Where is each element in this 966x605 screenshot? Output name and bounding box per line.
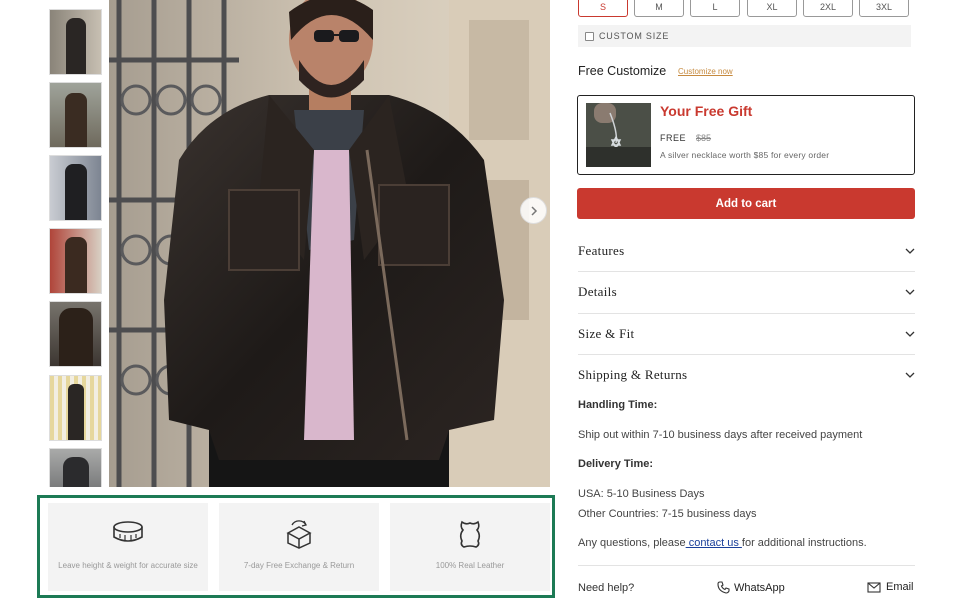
chevron-down-icon: [905, 248, 915, 254]
chevron-right-icon: [530, 205, 537, 216]
delivery-time-title: Delivery Time:: [578, 458, 654, 470]
thumbnail-7[interactable]: [49, 448, 102, 487]
feature-text: 100% Real Leather: [435, 561, 505, 570]
accordion-size-fit[interactable]: Size & Fit: [578, 313, 915, 354]
envelope-icon: [867, 581, 881, 593]
necklace-image: [586, 103, 651, 167]
chevron-down-icon: [905, 372, 915, 378]
main-product-image: [109, 0, 550, 487]
accordion-features[interactable]: Features: [578, 230, 915, 271]
product-photo: [109, 0, 550, 487]
custom-size-checkbox[interactable]: [585, 31, 594, 41]
feature-highlights: Leave height & weight for accurate size …: [37, 495, 555, 598]
free-gift-box: Your Free Gift FREE $85 A silver necklac…: [577, 95, 915, 175]
thumbnail-5[interactable]: [49, 301, 102, 367]
customize-now-link[interactable]: Customize now: [678, 67, 733, 76]
free-customize-label: Free Customize: [578, 64, 667, 78]
add-to-cart-button[interactable]: Add to cart: [577, 188, 915, 219]
delivery-usa: USA: 5-10 Business Days: [578, 488, 705, 500]
gift-old-price: $85: [696, 133, 712, 143]
accordion-label: Details: [578, 283, 617, 299]
whatsapp-link[interactable]: WhatsApp: [717, 581, 785, 594]
accordion-label: Shipping & Returns: [578, 366, 688, 382]
handling-time-title: Handling Time:: [578, 399, 658, 411]
gift-description: A silver necklace worth $85 for every or…: [660, 150, 830, 160]
thumbnail-6[interactable]: [49, 375, 102, 441]
size-option-l[interactable]: L: [690, 0, 740, 17]
thumbnail-1[interactable]: [49, 9, 102, 75]
accordion-shipping-returns[interactable]: Shipping & Returns: [578, 354, 915, 395]
thumbnail-3[interactable]: [49, 155, 102, 221]
size-option-2xl[interactable]: 2XL: [803, 0, 853, 17]
feature-card-size: Leave height & weight for accurate size: [48, 503, 208, 591]
email-link[interactable]: Email: [867, 581, 914, 593]
phone-icon: [717, 581, 730, 594]
leather-hide-icon: [459, 520, 481, 548]
thumbnail-strip: [49, 0, 102, 487]
gift-title: Your Free Gift: [660, 103, 753, 119]
gift-price: FREE: [660, 133, 687, 143]
help-row: Need help? WhatsApp Email: [578, 581, 915, 596]
divider: [578, 565, 915, 566]
handling-time-text: Ship out within 7-10 business days after…: [578, 429, 863, 441]
feature-card-leather: 100% Real Leather: [390, 503, 550, 591]
size-option-s[interactable]: S: [578, 0, 628, 17]
exchange-box-icon: [286, 520, 312, 549]
questions-text: Any questions, please contact us for add…: [578, 537, 867, 549]
size-option-m[interactable]: M: [634, 0, 684, 17]
delivery-other: Other Countries: 7-15 business days: [578, 508, 757, 520]
measuring-tape-icon: [113, 521, 143, 542]
accordion-label: Features: [578, 242, 625, 258]
questions-suffix: for additional instructions.: [741, 537, 867, 549]
size-option-xl[interactable]: XL: [747, 0, 797, 17]
whatsapp-label: WhatsApp: [734, 581, 785, 594]
questions-prefix: Any questions, please: [578, 537, 686, 549]
thumbnail-4[interactable]: [49, 228, 102, 294]
need-help-label: Need help?: [578, 582, 635, 594]
feature-text: 7-day Free Exchange & Return: [243, 561, 355, 570]
accordion-details[interactable]: Details: [578, 271, 915, 312]
chevron-down-icon: [905, 289, 915, 295]
email-label: Email: [886, 581, 914, 593]
thumbnail-2[interactable]: [49, 82, 102, 148]
custom-size-label: CUSTOM SIZE: [599, 31, 670, 41]
size-option-3xl[interactable]: 3XL: [859, 0, 909, 17]
contact-us-link[interactable]: contact us: [686, 537, 742, 549]
next-image-button[interactable]: [520, 197, 547, 224]
feature-card-exchange: 7-day Free Exchange & Return: [219, 503, 379, 591]
custom-size-row: CUSTOM SIZE: [578, 25, 911, 47]
chevron-down-icon: [905, 331, 915, 337]
accordion-label: Size & Fit: [578, 325, 635, 341]
feature-text: Leave height & weight for accurate size: [58, 561, 198, 570]
